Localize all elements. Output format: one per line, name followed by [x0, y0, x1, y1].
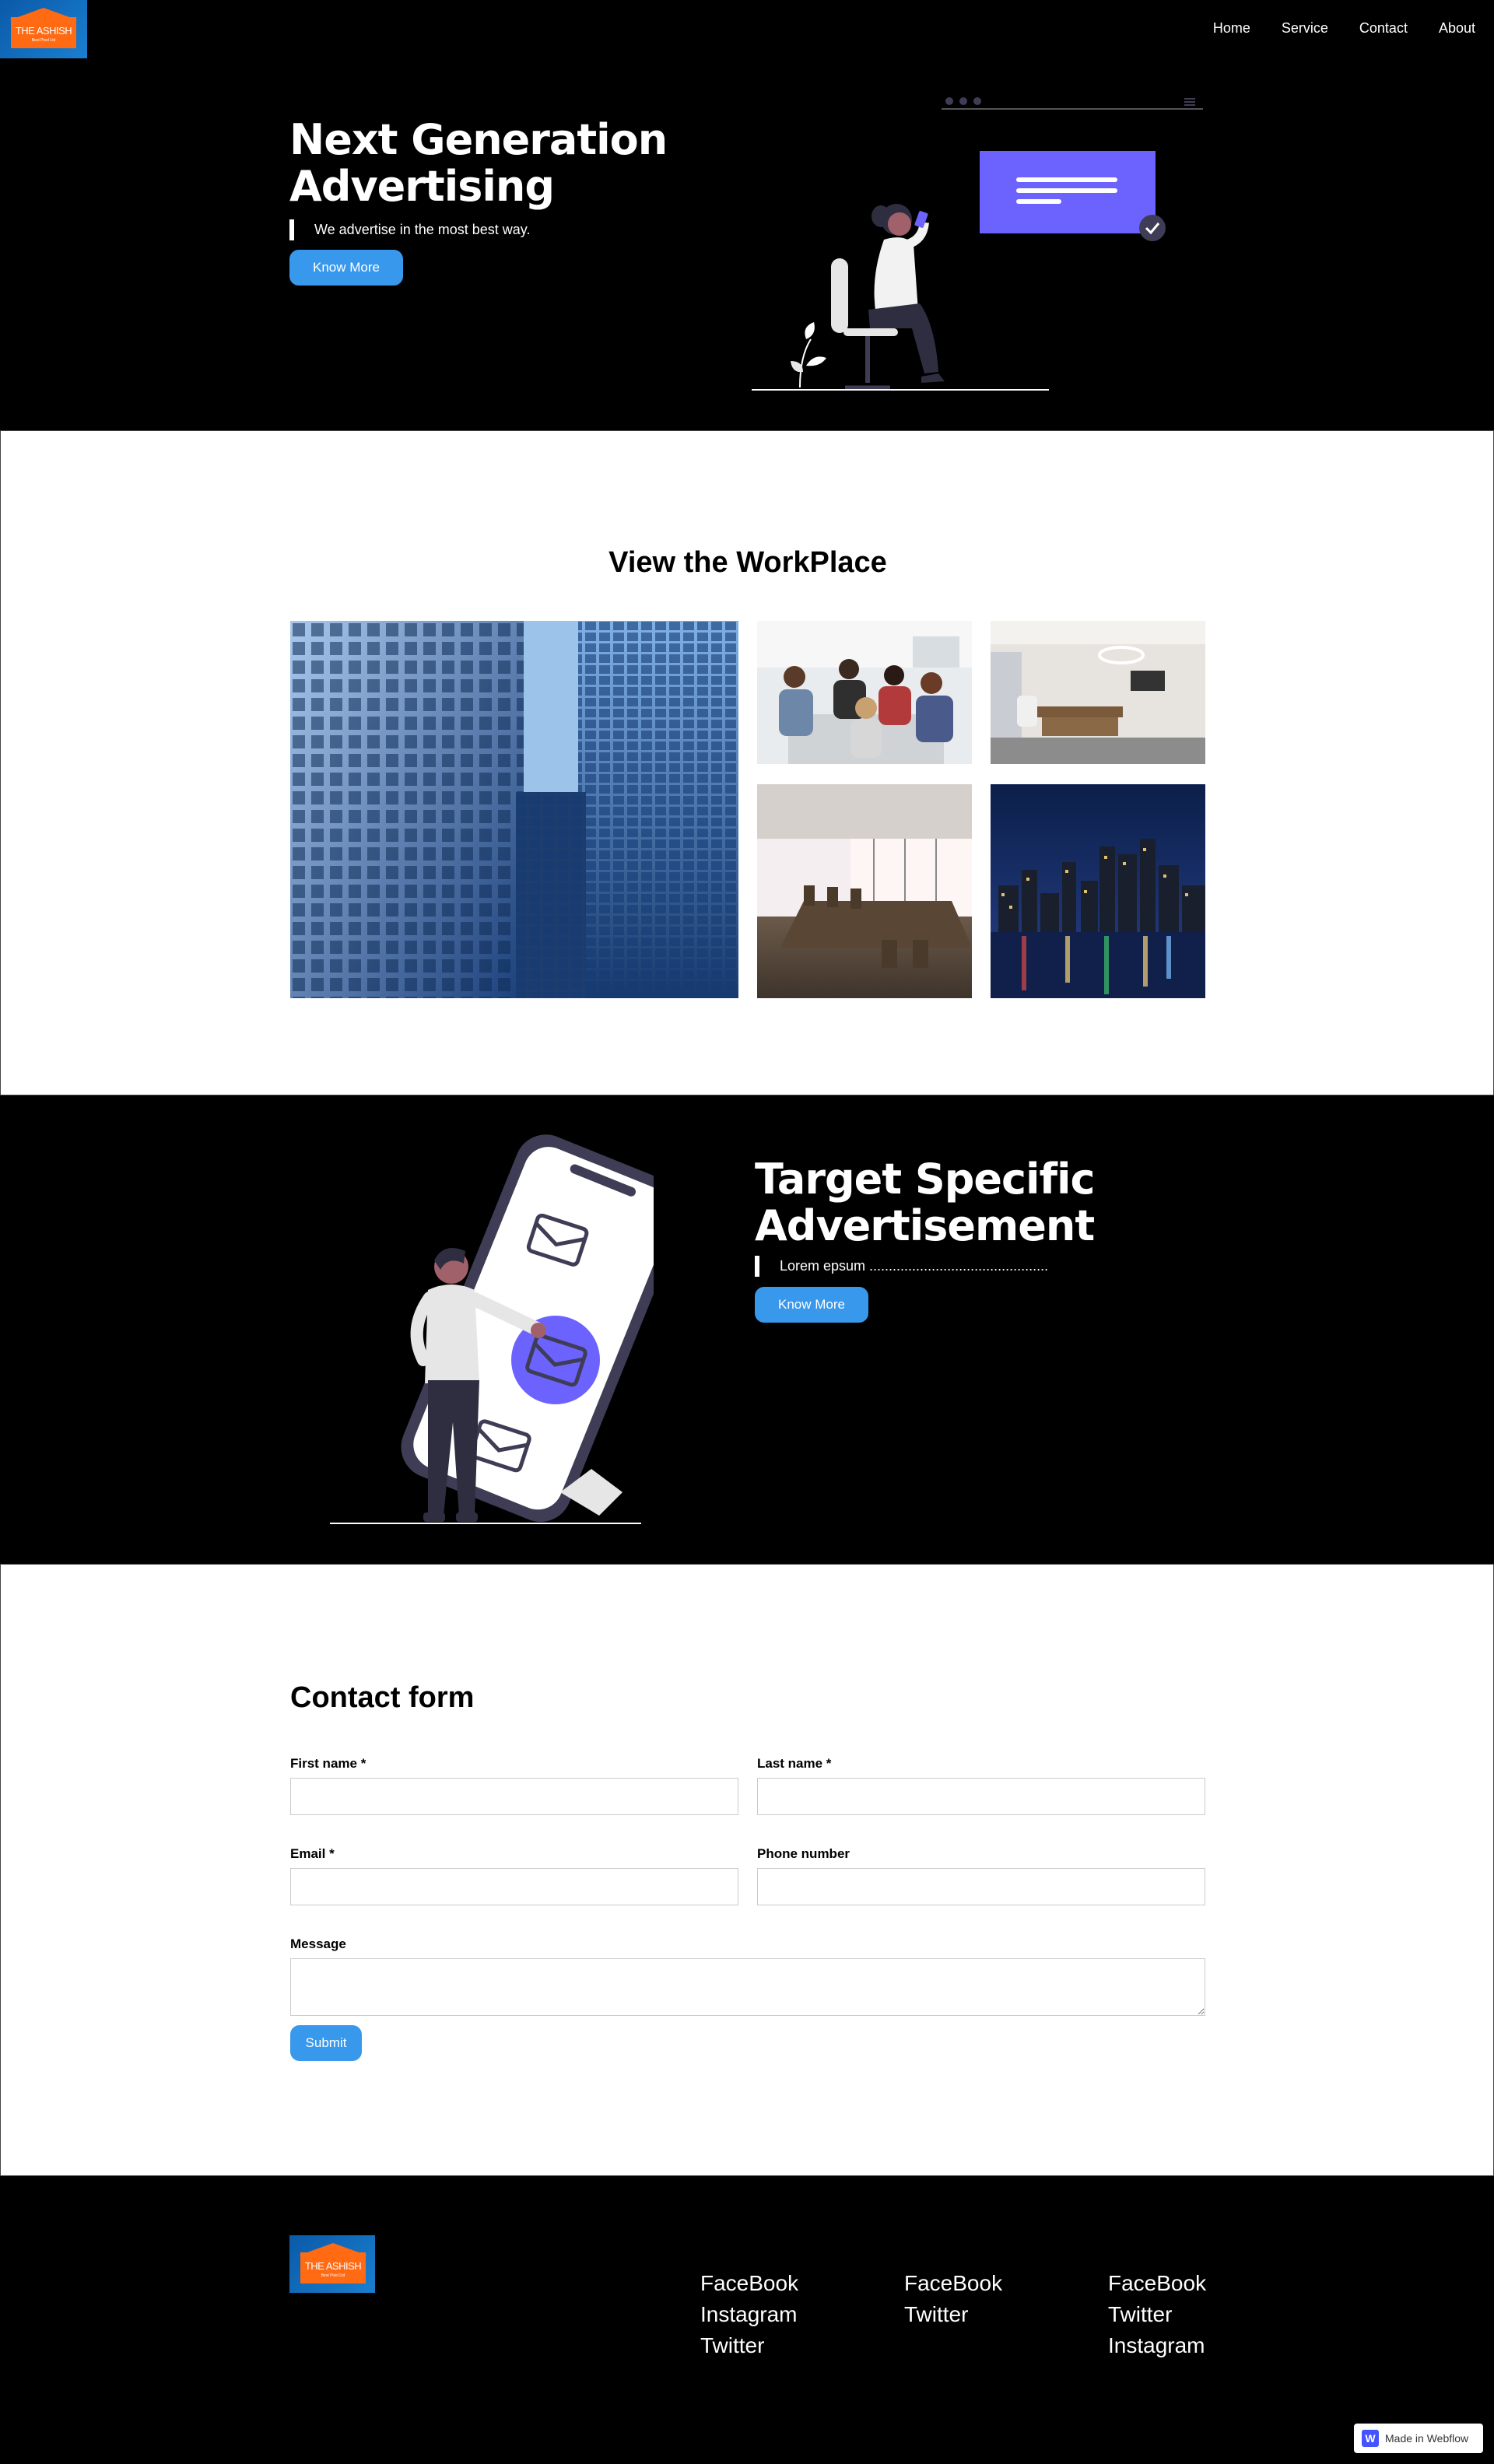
message-label: Message	[290, 1937, 346, 1951]
contact-section: Contact form First name * Last name * Em…	[0, 1564, 1494, 2176]
webflow-badge[interactable]: W Made in Webflow	[1354, 2424, 1483, 2453]
email-label: Email *	[290, 1846, 335, 1861]
target-section: Target Specific Advertisement Lorem epsu…	[0, 1095, 1494, 1564]
footer-twitter-link[interactable]: Twitter	[904, 2299, 1002, 2330]
nav-home[interactable]: Home	[1213, 20, 1250, 37]
office-buildings-photo	[290, 621, 738, 998]
first-name-field[interactable]	[290, 1778, 738, 1815]
city-skyline-night-photo	[991, 784, 1205, 998]
hero-know-more-button[interactable]: Know More	[289, 250, 403, 286]
nav-contact[interactable]: Contact	[1359, 20, 1408, 37]
first-name-label: First name *	[290, 1756, 366, 1771]
target-title: Target Specific Advertisement	[755, 1155, 1096, 1250]
logo-subtext: Best Pixel Ltd	[31, 38, 56, 43]
last-name-label: Last name *	[757, 1756, 832, 1771]
hero-title: Next Generation Advertising	[289, 115, 668, 211]
executive-office-photo	[991, 621, 1205, 764]
footer-facebook-link[interactable]: FaceBook	[700, 2268, 798, 2299]
footer-facebook-link[interactable]: FaceBook	[904, 2268, 1002, 2299]
hero-section: THE ASHISH Best Pixel Ltd Home Service C…	[0, 0, 1494, 430]
submit-button[interactable]: Submit	[290, 2025, 362, 2061]
nav-service[interactable]: Service	[1282, 20, 1328, 37]
phone-field[interactable]	[757, 1868, 1205, 1905]
footer-links-col2: FaceBook Twitter	[904, 2268, 1002, 2330]
footer-instagram-link[interactable]: Instagram	[1108, 2330, 1206, 2361]
footer-logo[interactable]: THE ASHISH Best Pixel Ltd	[289, 2235, 375, 2293]
brand-logo[interactable]: THE ASHISH Best Pixel Ltd	[0, 0, 87, 58]
footer-links-col1: FaceBook Instagram Twitter	[700, 2268, 798, 2361]
phone-label: Phone number	[757, 1846, 850, 1861]
webflow-icon: W	[1362, 2430, 1379, 2447]
target-tagline: Lorem epsum ............................…	[755, 1256, 1048, 1277]
workplace-heading: View the WorkPlace	[608, 546, 887, 579]
footer-links-col3: FaceBook Twitter Instagram	[1108, 2268, 1206, 2361]
footer-twitter-link[interactable]: Twitter	[1108, 2299, 1206, 2330]
target-know-more-button[interactable]: Know More	[755, 1287, 868, 1323]
footer-twitter-link[interactable]: Twitter	[700, 2330, 798, 2361]
contact-heading: Contact form	[290, 1681, 475, 1714]
workplace-section: View the WorkPlace	[0, 430, 1494, 1095]
footer: THE ASHISH Best Pixel Ltd FaceBook Insta…	[0, 2176, 1494, 2464]
logo-text: THE ASHISH	[15, 25, 72, 37]
nav-about[interactable]: About	[1439, 20, 1475, 37]
main-nav: Home Service Contact About	[1213, 20, 1475, 37]
team-meeting-photo	[757, 621, 972, 764]
footer-instagram-link[interactable]: Instagram	[700, 2299, 798, 2330]
woman-on-phone-illustration	[752, 97, 1203, 391]
last-name-field[interactable]	[757, 1778, 1205, 1815]
hero-tagline: We advertise in the most best way.	[289, 219, 530, 240]
email-field[interactable]	[290, 1868, 738, 1905]
conference-room-photo	[757, 784, 972, 998]
message-field[interactable]	[290, 1958, 1205, 2016]
phone-user-illustration	[330, 1134, 654, 1524]
webflow-badge-label: Made in Webflow	[1385, 2432, 1469, 2445]
footer-facebook-link[interactable]: FaceBook	[1108, 2268, 1206, 2299]
